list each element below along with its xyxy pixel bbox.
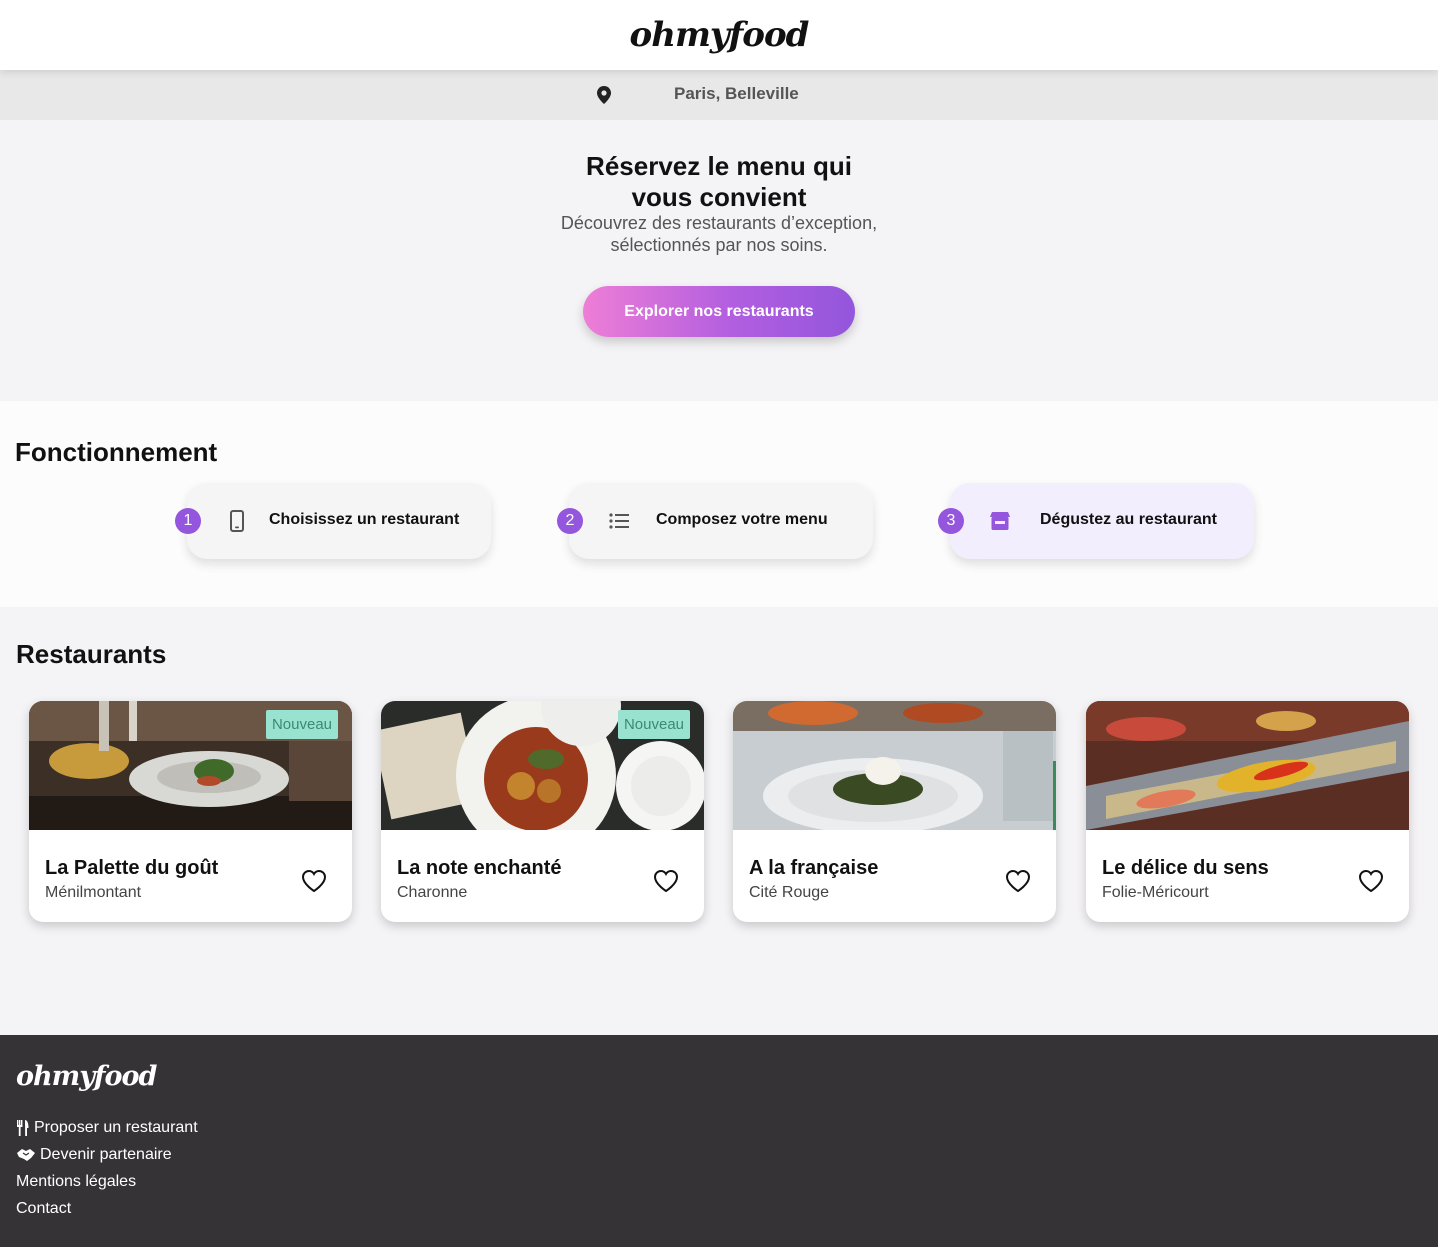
restaurant-card[interactable]: Nouveau La note enchanté Charonne: [381, 701, 704, 922]
hero-title: Réservez le menu qui vous convient: [586, 151, 852, 212]
restaurant-photo[interactable]: [1086, 701, 1409, 830]
restaurants-title: Restaurants: [16, 639, 167, 669]
location-text: Paris, Belleville: [674, 84, 799, 103]
step-taste-restaurant[interactable]: 3 Dégustez au restaurant: [938, 483, 1254, 559]
hero-section: Réservez le menu qui vous convient Décou…: [0, 120, 1438, 401]
step-number: 3: [938, 508, 964, 534]
hero-subtitle: Découvrez des restaurants d’exception, s…: [560, 213, 878, 255]
handshake-icon: [17, 1148, 35, 1161]
restaurant-card[interactable]: Nouveau La Palette du goût Ménilmontant: [29, 701, 352, 922]
site-header: ohmyfood: [0, 0, 1438, 70]
restaurant-photo[interactable]: Nouveau: [381, 701, 704, 830]
new-badge: Nouveau: [617, 710, 690, 739]
footer-link-contact[interactable]: Contact: [16, 1195, 198, 1222]
restaurant-name: Le délice du sens: [1102, 857, 1269, 879]
restaurant-name: La Palette du goût: [45, 857, 219, 879]
restaurant-location: Folie-Méricourt: [1102, 884, 1209, 901]
explore-restaurants-button[interactable]: Explorer nos restaurants: [583, 286, 855, 337]
restaurant-name: La note enchanté: [397, 857, 562, 879]
footer-link-label: Contact: [16, 1199, 72, 1217]
site-footer: ohmyfood Proposer un restaurant Devenir …: [0, 1035, 1438, 1247]
location-bar: Paris, Belleville: [0, 70, 1438, 120]
footer-link-label: Proposer un restaurant: [34, 1118, 198, 1136]
restaurant-location: Ménilmontant: [45, 884, 142, 901]
store-icon: [990, 512, 1010, 530]
logo[interactable]: ohmyfood: [630, 15, 810, 55]
footer-link-label: Mentions légales: [16, 1172, 137, 1190]
step-compose-menu[interactable]: 2 Composez votre menu: [557, 483, 873, 559]
step-number: 2: [557, 508, 583, 534]
step-choose-restaurant[interactable]: 1 Choisissez un restaurant: [175, 483, 491, 559]
footer-link-propose-restaurant[interactable]: Proposer un restaurant: [16, 1114, 198, 1141]
mobile-phone-icon: [230, 510, 244, 532]
heart-icon[interactable]: [1358, 869, 1384, 893]
footer-link-become-partner[interactable]: Devenir partenaire: [16, 1141, 198, 1168]
footer-link-label: Devenir partenaire: [40, 1145, 172, 1163]
restaurant-location: Charonne: [397, 884, 468, 901]
heart-icon[interactable]: [1005, 869, 1031, 893]
step-label: Dégustez au restaurant: [1040, 511, 1217, 528]
map-pin-icon: [597, 86, 611, 104]
restaurant-card[interactable]: Le délice du sens Folie-Méricourt: [1086, 701, 1409, 922]
heart-icon[interactable]: [653, 869, 679, 893]
list-icon: [609, 513, 629, 529]
footer-links: Proposer un restaurant Devenir partenair…: [16, 1114, 198, 1222]
restaurant-photo[interactable]: Nouveau: [29, 701, 352, 830]
step-number: 1: [175, 508, 201, 534]
utensils-icon: [17, 1119, 29, 1136]
how-it-works-section: Fonctionnement 1 Choisissez un restauran…: [0, 401, 1438, 607]
step-label: Choisissez un restaurant: [269, 511, 460, 528]
how-title: Fonctionnement: [15, 437, 218, 467]
new-badge: Nouveau: [265, 710, 338, 739]
footer-link-legal[interactable]: Mentions légales: [16, 1168, 198, 1195]
restaurant-card[interactable]: A la française Cité Rouge: [733, 701, 1056, 922]
restaurant-name: A la française: [749, 857, 879, 879]
footer-logo[interactable]: ohmyfood: [16, 1061, 157, 1092]
heart-icon[interactable]: [301, 869, 327, 893]
restaurant-photo[interactable]: [733, 701, 1056, 830]
restaurants-section: Restaurants Nouveau La Palette du goût M…: [0, 607, 1438, 1035]
restaurant-location: Cité Rouge: [749, 884, 830, 901]
step-label: Composez votre menu: [656, 511, 828, 528]
